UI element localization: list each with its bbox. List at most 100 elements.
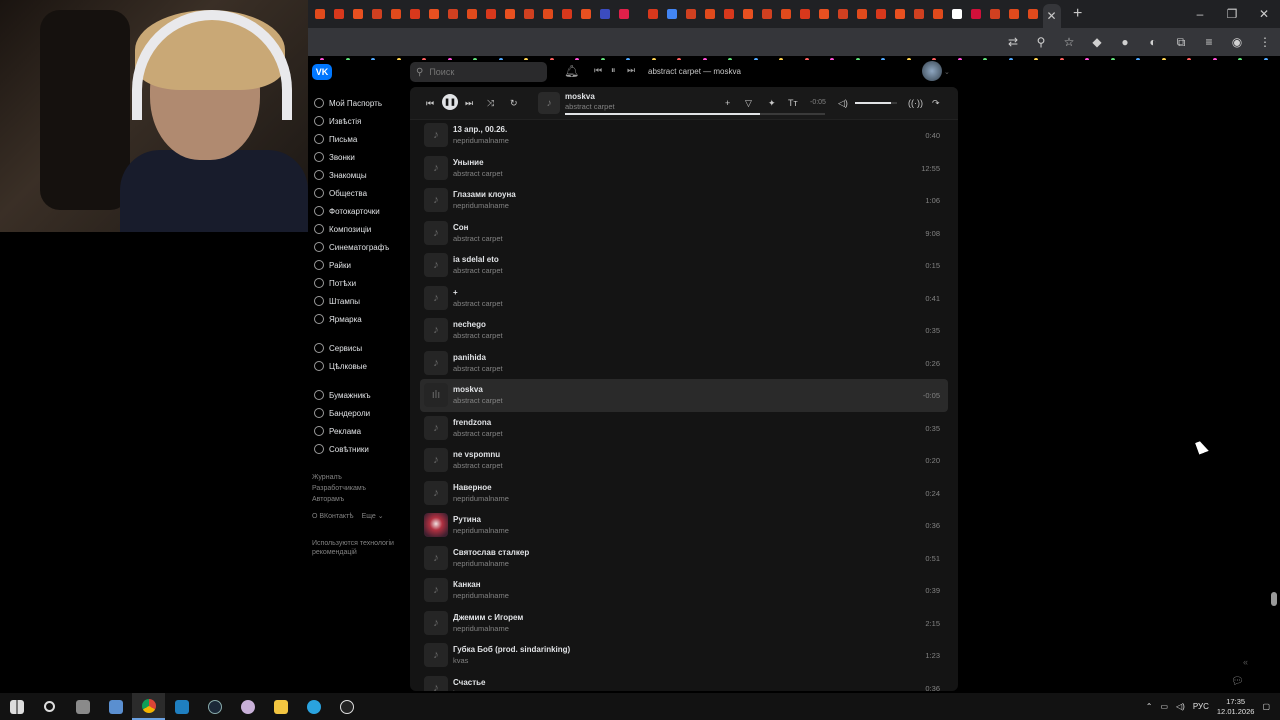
maximize-button[interactable]: ❐ (1216, 0, 1248, 28)
track-artist[interactable]: abstract carpet (453, 364, 503, 373)
browser-tab[interactable] (444, 5, 462, 23)
tray-chevron-icon[interactable]: ⌃ (1146, 702, 1153, 711)
now-playing-artist[interactable]: abstract carpet (565, 102, 615, 111)
sidebar-item[interactable]: Совѣтники (308, 440, 408, 458)
track-title[interactable]: panihida (453, 353, 486, 362)
footer-link[interactable]: Еще ⌄ (362, 511, 384, 522)
track-title[interactable]: + (453, 288, 458, 297)
puzzle-icon[interactable]: ⧉ (1174, 35, 1188, 49)
mini-prev-icon[interactable]: ⏮ (594, 65, 602, 76)
track-artist[interactable]: nepridumalname (453, 494, 509, 503)
track-row[interactable]: ♪ frendzona abstract carpet 0:35 (420, 412, 948, 445)
browser-tab[interactable] (387, 5, 405, 23)
browser-tab[interactable] (463, 5, 481, 23)
browser-tab[interactable] (596, 5, 614, 23)
track-title[interactable]: Уныние (453, 158, 484, 167)
browser-tab[interactable] (701, 5, 719, 23)
track-row[interactable]: ♪ ne vspomnu abstract carpet 0:20 (420, 444, 948, 477)
track-artist[interactable]: kvas (453, 656, 468, 665)
browser-tab[interactable] (891, 5, 909, 23)
start-button[interactable] (0, 693, 33, 720)
track-title[interactable]: Глазами клоуна (453, 190, 516, 199)
track-artist[interactable]: abstract carpet (453, 299, 503, 308)
track-artist[interactable]: abstract carpet (453, 331, 503, 340)
search-input[interactable] (429, 67, 530, 77)
broadcast-icon[interactable]: ((·)) (908, 98, 923, 108)
track-title[interactable]: nechego (453, 320, 486, 329)
track-title[interactable]: ia sdelal eto (453, 255, 499, 264)
sidebar-item[interactable]: Фотокарточки (308, 202, 408, 220)
volume-slider[interactable] (855, 102, 897, 104)
footer-link[interactable]: Журналъ (312, 472, 408, 483)
browser-tab[interactable] (796, 5, 814, 23)
track-title[interactable]: Сон (453, 223, 469, 232)
avatar[interactable] (922, 61, 942, 81)
track-artist[interactable]: abstract carpet (453, 461, 503, 470)
browser-tab[interactable] (682, 5, 700, 23)
folder-icon[interactable] (264, 693, 297, 720)
shuffle-icon[interactable]: ⤨ (487, 98, 494, 109)
extension-icon[interactable]: ◆ (1090, 35, 1104, 49)
telegram-icon[interactable] (297, 693, 330, 720)
browser-tab[interactable] (330, 5, 348, 23)
browser-tab[interactable] (1005, 5, 1023, 23)
browser-tab[interactable] (739, 5, 757, 23)
search-box[interactable]: ⚲ (410, 62, 547, 82)
chat-icon[interactable]: 💬︎ (1231, 676, 1247, 690)
track-artist[interactable]: abstract carpet (453, 429, 503, 438)
browser-tab[interactable] (967, 5, 985, 23)
track-row[interactable]: ♪ Уныние abstract carpet 12:55 (420, 152, 948, 185)
mini-pause-icon[interactable]: ⏸ (611, 65, 616, 76)
notification-icon[interactable]: ▢ (1262, 702, 1270, 711)
browser-tab[interactable] (644, 5, 662, 23)
footer-note[interactable]: Используются технологіи рекомендацій (308, 539, 404, 557)
track-row[interactable]: ♪ Святослав сталкер nepridumalname 0:51 (420, 542, 948, 575)
obs-icon[interactable] (330, 693, 363, 720)
extension-icon[interactable]: ● (1118, 35, 1132, 49)
media-control-icon[interactable]: ≡ (1202, 35, 1216, 49)
sidebar-item[interactable]: Синематографъ (308, 238, 408, 256)
mini-next-icon[interactable]: ⏭ (627, 65, 635, 76)
sidebar-item[interactable]: Сервисы (308, 339, 408, 357)
volume-icon[interactable]: ◁) (838, 98, 848, 109)
track-title[interactable]: frendzona (453, 418, 491, 427)
sidebar-item[interactable]: Бумажникъ (308, 386, 408, 404)
sidebar-item[interactable]: Письма (308, 130, 408, 148)
sidebar-item[interactable]: Штампы (308, 292, 408, 310)
track-row[interactable]: Рутина nepridumalname 0:36 (420, 509, 948, 542)
minimize-button[interactable]: – (1184, 0, 1216, 28)
track-row[interactable]: ♪ Сон abstract carpet 9:08 (420, 217, 948, 250)
browser-tab[interactable] (872, 5, 890, 23)
browser-tab[interactable] (663, 5, 681, 23)
add-icon[interactable]: + (725, 98, 730, 108)
track-row[interactable]: ♪ + abstract carpet 0:41 (420, 282, 948, 315)
dislike-icon[interactable]: ▽ (745, 98, 752, 109)
track-row[interactable]: ♪ Канкан nepridumalname 0:39 (420, 574, 948, 607)
browser-tab[interactable] (425, 5, 443, 23)
browser-tab[interactable] (1024, 5, 1042, 23)
lyrics-icon[interactable]: Tт (788, 98, 798, 108)
sidebar-item[interactable]: Потѣхи (308, 274, 408, 292)
close-window-button[interactable]: ✕ (1248, 0, 1280, 28)
browser-tab[interactable] (501, 5, 519, 23)
track-row[interactable]: ılı moskva abstract carpet -0:05 (420, 379, 948, 412)
track-row[interactable]: ♪ ia sdelal eto abstract carpet 0:15 (420, 249, 948, 282)
profile-icon[interactable]: ◉ (1230, 35, 1244, 49)
track-title[interactable]: Рутина (453, 515, 481, 524)
scrollbar-thumb[interactable] (1271, 592, 1277, 606)
browser-tab[interactable] (948, 5, 966, 23)
bell-icon[interactable]: 🔔︎ (564, 64, 579, 78)
new-tab-button[interactable]: + (1073, 5, 1082, 23)
sidebar-item[interactable]: Звонки (308, 148, 408, 166)
browser-tab[interactable] (758, 5, 776, 23)
browser-tab[interactable] (558, 5, 576, 23)
browser-tab[interactable] (615, 5, 633, 23)
track-row[interactable]: ♪ Губка Боб (prod. sindarinking) kvas 1:23 (420, 639, 948, 672)
repeat-icon[interactable]: ↻ (510, 98, 518, 109)
browser-tab[interactable] (577, 5, 595, 23)
track-title[interactable]: Губка Боб (prod. sindarinking) (453, 645, 570, 654)
track-artist[interactable]: abstract carpet (453, 266, 503, 275)
sidebar-item[interactable]: Реклама (308, 422, 408, 440)
browser-tab[interactable] (815, 5, 833, 23)
track-title[interactable]: ne vspomnu (453, 450, 500, 459)
